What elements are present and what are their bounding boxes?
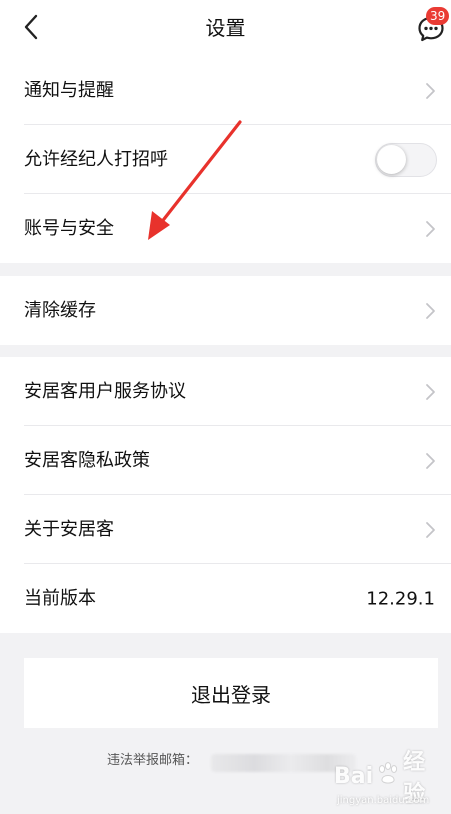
nav-header: 设置 39 — [0, 0, 451, 56]
row-label: 账号与安全 — [24, 217, 114, 239]
settings-group-1: 通知与提醒 允许经纪人打招呼 账号与安全 — [0, 56, 451, 263]
chevron-right-icon — [426, 452, 435, 469]
watermark-text-left: Bai — [334, 763, 374, 789]
row-allow-agent-greeting: 允许经纪人打招呼 — [0, 125, 451, 194]
chevron-right-icon — [426, 220, 435, 237]
settings-screen: 设置 39 通知与提醒 允许经纪人打招呼 账号与安全 清除缓存 安居客用户服务协… — [0, 0, 451, 814]
watermark-logo: Bai 经验 — [334, 750, 444, 807]
logout-button[interactable]: 退出登录 — [24, 658, 438, 728]
paw-icon — [377, 761, 399, 791]
row-about[interactable]: 关于安居客 — [0, 495, 451, 564]
row-clear-cache[interactable]: 清除缓存 — [0, 276, 451, 345]
row-label: 安居客隐私政策 — [24, 449, 150, 471]
watermark-url: jingyan.baidu.com — [337, 795, 430, 806]
settings-group-2: 清除缓存 — [0, 276, 451, 345]
row-current-version: 当前版本 12.29.1 — [0, 564, 451, 633]
row-user-agreement[interactable]: 安居客用户服务协议 — [0, 357, 451, 426]
row-label: 清除缓存 — [24, 299, 96, 321]
row-label: 关于安居客 — [24, 518, 114, 540]
toggle-knob — [377, 144, 406, 174]
row-label: 当前版本 — [24, 587, 96, 609]
chevron-right-icon — [426, 521, 435, 538]
row-notifications[interactable]: 通知与提醒 — [0, 56, 451, 125]
row-label: 允许经纪人打招呼 — [24, 148, 168, 170]
page-title: 设置 — [205, 16, 246, 40]
row-account-security[interactable]: 账号与安全 — [0, 194, 451, 263]
row-label: 安居客用户服务协议 — [24, 380, 186, 402]
chevron-right-icon — [426, 383, 435, 400]
version-value: 12.29.1 — [366, 588, 435, 609]
agent-greeting-toggle[interactable] — [375, 142, 437, 177]
row-privacy-policy[interactable]: 安居客隐私政策 — [0, 426, 451, 495]
chevron-right-icon — [426, 302, 435, 319]
settings-group-3: 安居客用户服务协议 安居客隐私政策 关于安居客 当前版本 12.29.1 — [0, 357, 451, 633]
row-label: 通知与提醒 — [24, 79, 114, 101]
chevron-right-icon — [426, 82, 435, 99]
report-email-label: 违法举报邮箱： — [107, 753, 199, 768]
unread-badge: 39 — [426, 7, 450, 25]
